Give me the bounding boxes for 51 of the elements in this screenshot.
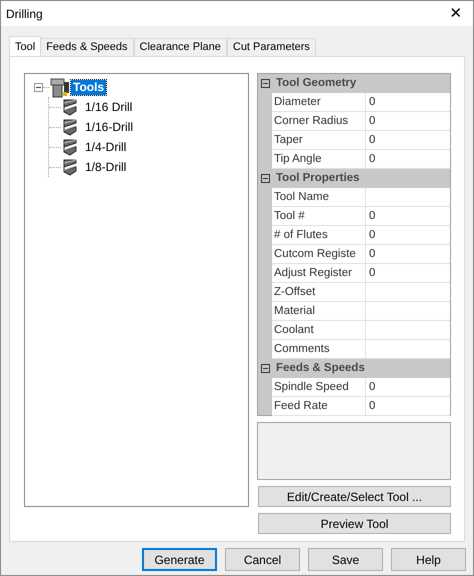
property-value[interactable]: 0 — [366, 112, 450, 131]
tree-item[interactable]: 1/16 Drill — [83, 100, 134, 114]
property-value[interactable]: 0 — [366, 378, 450, 397]
collapse-icon[interactable] — [261, 79, 270, 88]
tab[interactable]: Feeds & Speeds — [40, 38, 134, 56]
property-label: Coolant — [272, 321, 366, 340]
property-label: Tool # — [272, 207, 366, 226]
tool-button[interactable]: Edit/Create/Select Tool ... — [258, 486, 451, 507]
property-label: Adjust Register — [272, 264, 366, 283]
property-label: Corner Radius — [272, 112, 366, 131]
collapse-icon[interactable] — [34, 83, 43, 92]
tree-item[interactable]: 1/8-Drill — [83, 160, 128, 174]
drill-bit-icon — [61, 98, 79, 116]
tool-holder-icon — [49, 78, 71, 98]
property-label: Tool Name — [272, 188, 366, 207]
property-value[interactable]: 0 — [366, 131, 450, 150]
collapse-icon[interactable] — [261, 174, 270, 183]
category-label: Feeds & Speeds — [276, 360, 365, 376]
category-label: Tool Properties — [276, 170, 360, 186]
property-label: Cutcom Registe — [272, 245, 366, 264]
tab[interactable]: Cut Parameters — [226, 38, 316, 56]
drill-bit-icon — [61, 158, 79, 176]
dialog-button[interactable]: Generate — [142, 548, 217, 571]
property-value[interactable]: 0 — [366, 264, 450, 283]
tab[interactable]: Clearance Plane — [134, 38, 227, 56]
property-label: Feed Rate — [272, 397, 366, 416]
property-value[interactable]: 0 — [366, 245, 450, 264]
tree-item[interactable]: 1/16-Drill — [83, 120, 136, 134]
property-value[interactable]: 0 — [366, 207, 450, 226]
property-value[interactable]: 0 — [366, 397, 450, 416]
drill-bit-icon — [61, 118, 79, 136]
tool-button[interactable]: Preview Tool — [258, 513, 451, 534]
close-button[interactable]: ✕ — [439, 6, 473, 21]
tree-item[interactable]: 1/4-Drill — [83, 140, 128, 154]
property-label: Taper — [272, 131, 366, 150]
property-value[interactable]: 0 — [366, 226, 450, 245]
property-label: # of Flutes — [272, 226, 366, 245]
dialog-button[interactable]: Save — [308, 548, 383, 571]
category-label: Tool Geometry — [276, 76, 356, 91]
property-value[interactable]: 0 — [366, 93, 450, 112]
property-label: Z-Offset — [272, 283, 366, 302]
dialog-button[interactable]: Cancel — [225, 548, 300, 571]
dialog-button[interactable]: Help — [391, 548, 466, 571]
property-label: Spindle Speed — [272, 378, 366, 397]
property-label: Material — [272, 302, 366, 321]
drill-bit-icon — [61, 138, 79, 156]
window-title: Drilling — [6, 6, 43, 22]
collapse-icon[interactable] — [261, 364, 270, 373]
tab[interactable]: Tool — [9, 36, 42, 56]
tree-item[interactable]: Tools — [71, 80, 106, 95]
property-label: Diameter — [272, 93, 366, 112]
